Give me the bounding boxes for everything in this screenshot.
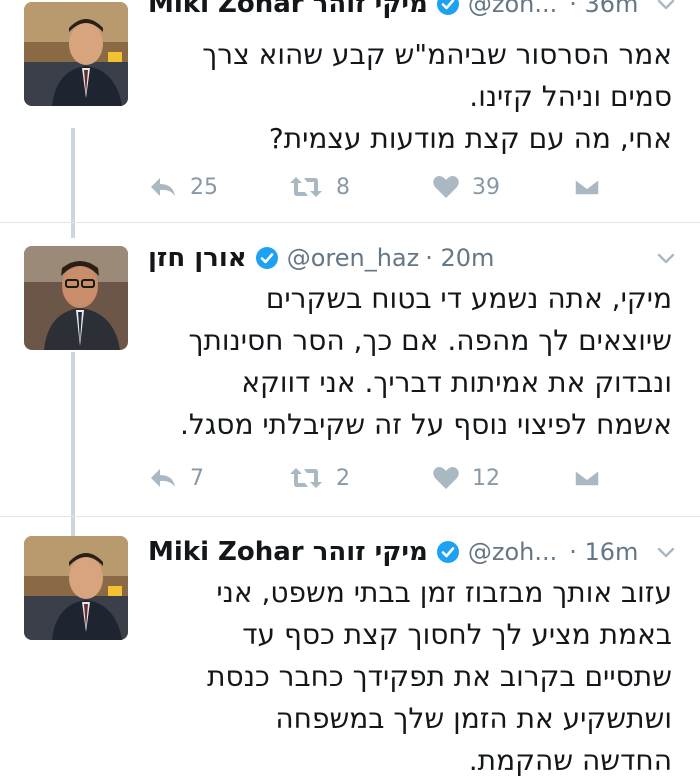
dm-button[interactable] — [572, 458, 614, 498]
user-handle[interactable]: @oren_haz — [287, 244, 420, 272]
text-line: סמים וניהל קזינו. — [469, 80, 672, 113]
verified-icon — [436, 540, 460, 564]
tweet-text: עזוב אותך מבזבוז זמן בבתי משפט, אני באמת… — [148, 572, 672, 782]
reply-icon — [151, 178, 175, 196]
like-icon — [433, 176, 459, 198]
text-line: עזוב אותך מבזבוז זמן בבתי משפט, אני — [216, 576, 672, 609]
tweet-header: Miki Zohar מיקי זוהר @zoh... · 16m — [148, 532, 678, 572]
avatar[interactable] — [24, 2, 128, 106]
dm-icon — [574, 469, 600, 487]
divider — [0, 516, 700, 517]
timestamp[interactable]: · 36m — [569, 0, 638, 18]
dm-button[interactable] — [572, 167, 614, 207]
like-button[interactable]: 39 — [432, 167, 500, 207]
retweet-button[interactable]: 8 — [288, 167, 350, 207]
text-line: שתסיים בקרוב את תפקידך כחבר כנסת — [207, 660, 672, 693]
tweet-header: אורן חזן @oren_haz · 20m — [148, 238, 678, 278]
text-line: שיוצאים לך מהפה. אם כך, הסר חסינותך — [188, 324, 672, 357]
timestamp[interactable]: · 16m — [569, 538, 638, 566]
tweet-actions: 25 8 39 — [148, 167, 618, 207]
retweet-button[interactable]: 2 — [288, 458, 350, 498]
tweet-header: Miki Zohar מיקי זוהר @zoh... · 36m — [148, 0, 678, 24]
thread-line — [71, 352, 75, 536]
text-line: באמת מציע לך לחסוך קצת כסף עד — [242, 618, 672, 651]
chevron-down-icon[interactable] — [654, 246, 678, 270]
tweet-text: אמר הסרסור שביהמ"ש קבע שהוא צרך סמים וני… — [148, 34, 672, 160]
divider — [0, 222, 700, 223]
like-icon — [433, 467, 459, 489]
like-count: 39 — [472, 174, 500, 200]
reply-icon — [151, 469, 175, 487]
text-line: ושתשקיע את הזמן שלך במשפחה — [275, 702, 672, 735]
verified-icon — [436, 0, 460, 16]
display-name[interactable]: אורן חזן — [148, 243, 247, 273]
like-count: 12 — [472, 465, 500, 491]
retweet-count: 2 — [336, 465, 350, 491]
like-button[interactable]: 12 — [432, 458, 500, 498]
display-name[interactable]: Miki Zohar מיקי זוהר — [148, 0, 428, 19]
reply-button[interactable]: 7 — [148, 458, 204, 498]
text-line: אמר הסרסור שביהמ"ש קבע שהוא צרך — [202, 38, 672, 71]
user-handle[interactable]: @zoh... — [468, 538, 557, 566]
text-line: אשמח לפיצוי נוסף על זה שקיבלתי מסגל. — [179, 408, 672, 441]
text-line: מיקי, אתה נשמע די בטוח בשקרים — [265, 282, 672, 315]
avatar[interactable] — [24, 536, 128, 640]
display-name[interactable]: Miki Zohar מיקי זוהר — [148, 537, 428, 567]
retweet-count: 8 — [336, 174, 350, 200]
chevron-down-icon[interactable] — [654, 0, 678, 16]
retweet-icon — [290, 177, 322, 197]
timestamp[interactable]: · 20m — [425, 244, 494, 272]
reply-count: 7 — [190, 465, 204, 491]
text-line: החדשה שהקמת. — [468, 744, 672, 777]
avatar[interactable] — [24, 246, 128, 350]
verified-icon — [255, 246, 279, 270]
text-line: אחי, מה עם קצת מודעות עצמית? — [268, 122, 672, 155]
tweet-text: מיקי, אתה נשמע די בטוח בשקרים שיוצאים לך… — [148, 278, 672, 446]
reply-button[interactable]: 25 — [148, 167, 218, 207]
retweet-icon — [290, 468, 322, 488]
user-handle[interactable]: @zoh... — [468, 0, 557, 18]
text-line: ונבדוק את אמיתות דבריך. אני דווקא — [241, 366, 672, 399]
chevron-down-icon[interactable] — [654, 540, 678, 564]
tweet-actions: 7 2 12 — [148, 458, 618, 498]
reply-count: 25 — [190, 174, 218, 200]
dm-icon — [574, 178, 600, 196]
